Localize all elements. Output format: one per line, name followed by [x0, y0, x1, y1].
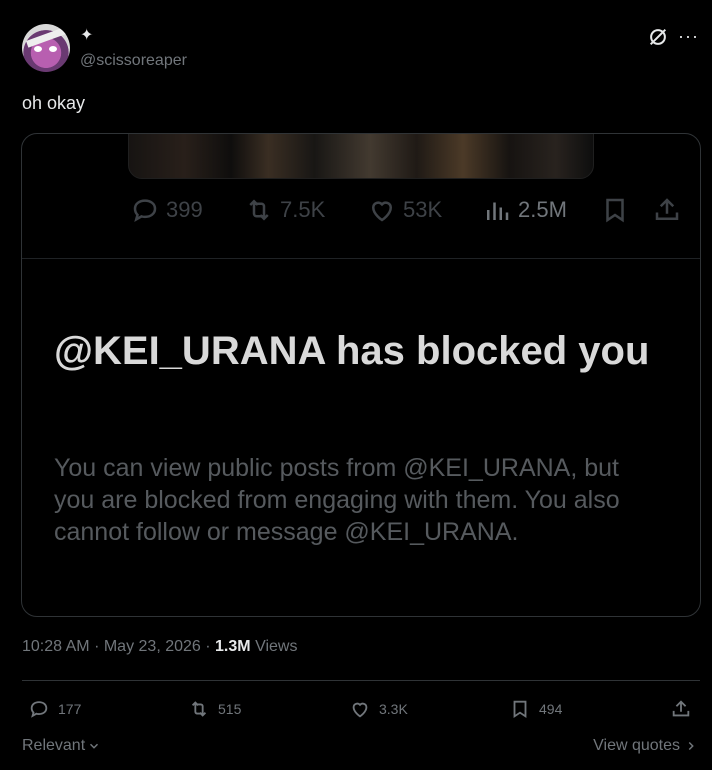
post-time[interactable]: 10:28 AM: [22, 638, 90, 655]
reply-icon: [30, 701, 48, 718]
quoted-like-count: 53K: [403, 197, 443, 222]
like-button[interactable]: 3.3K: [349, 695, 408, 723]
view-quotes-link[interactable]: View quotes: [593, 737, 698, 755]
chevron-right-icon: [688, 741, 694, 751]
quoted-card[interactable]: 399 7.5K 53K 2.5M @KEI_URANA has blocked…: [21, 133, 701, 617]
views-count: 1.3M: [215, 638, 251, 655]
like-icon: [371, 201, 393, 222]
quoted-bookmark: [600, 192, 630, 228]
bookmark-icon: [606, 198, 624, 223]
post-text: oh okay: [22, 93, 86, 113]
views-label: Views: [255, 638, 298, 655]
quoted-like: 53K: [367, 192, 442, 228]
quoted-share: [652, 192, 682, 228]
post-meta: 10:28 AM · May 23, 2026 · 1.3M Views: [22, 638, 297, 656]
quoted-image: [128, 134, 594, 179]
share-button[interactable]: [670, 695, 692, 723]
repost-count: 515: [218, 701, 242, 717]
author-handle[interactable]: @scissoreaper: [80, 52, 187, 70]
avatar-headband: [26, 27, 66, 48]
reply-icon: [133, 199, 157, 222]
more-icon[interactable]: ···: [678, 26, 700, 48]
quoted-views-count: 2.5M: [518, 197, 567, 222]
action-bar: 177 515 3.3K 494: [0, 695, 712, 723]
bookmark-count: 494: [539, 701, 563, 717]
like-count: 3.3K: [379, 701, 408, 717]
like-icon: [352, 702, 368, 718]
share-icon: [672, 700, 690, 717]
quoted-repost: 7.5K: [244, 192, 325, 228]
sort-dropdown[interactable]: Relevant: [22, 737, 101, 755]
quoted-actions: 399 7.5K 53K 2.5M: [22, 192, 700, 228]
avatar-eye: [49, 46, 57, 52]
views-icon: [487, 202, 509, 220]
repost-button[interactable]: 515: [188, 695, 241, 723]
bookmark-button[interactable]: 494: [509, 695, 562, 723]
quoted-views: 2.5M: [482, 192, 567, 228]
avatar-eye: [34, 46, 42, 52]
share-icon: [655, 198, 679, 220]
quoted-reply: 399: [130, 192, 203, 228]
reply-button[interactable]: 177: [28, 695, 81, 723]
sort-label: Relevant: [22, 737, 86, 754]
reply-count: 177: [58, 701, 82, 717]
chevron-down-icon: [90, 743, 99, 749]
meta-separator: ·: [205, 638, 211, 655]
display-name[interactable]: ✦: [80, 25, 93, 45]
avatar[interactable]: [22, 24, 70, 72]
grok-icon[interactable]: [647, 26, 669, 48]
card-divider: [22, 258, 700, 259]
view-quotes-label: View quotes: [593, 737, 680, 754]
divider: [22, 680, 700, 681]
quoted-repost-count: 7.5K: [280, 197, 326, 222]
block-description: You can view public posts from @KEI_URAN…: [54, 454, 620, 546]
bookmark-icon: [513, 700, 527, 719]
quoted-reply-count: 399: [166, 197, 203, 222]
repost-icon: [249, 199, 269, 221]
repost-icon: [191, 701, 207, 717]
block-title: @KEI_URANA has blocked you: [54, 329, 650, 373]
post-date[interactable]: May 23, 2026: [104, 638, 201, 655]
meta-separator: ·: [94, 638, 100, 655]
